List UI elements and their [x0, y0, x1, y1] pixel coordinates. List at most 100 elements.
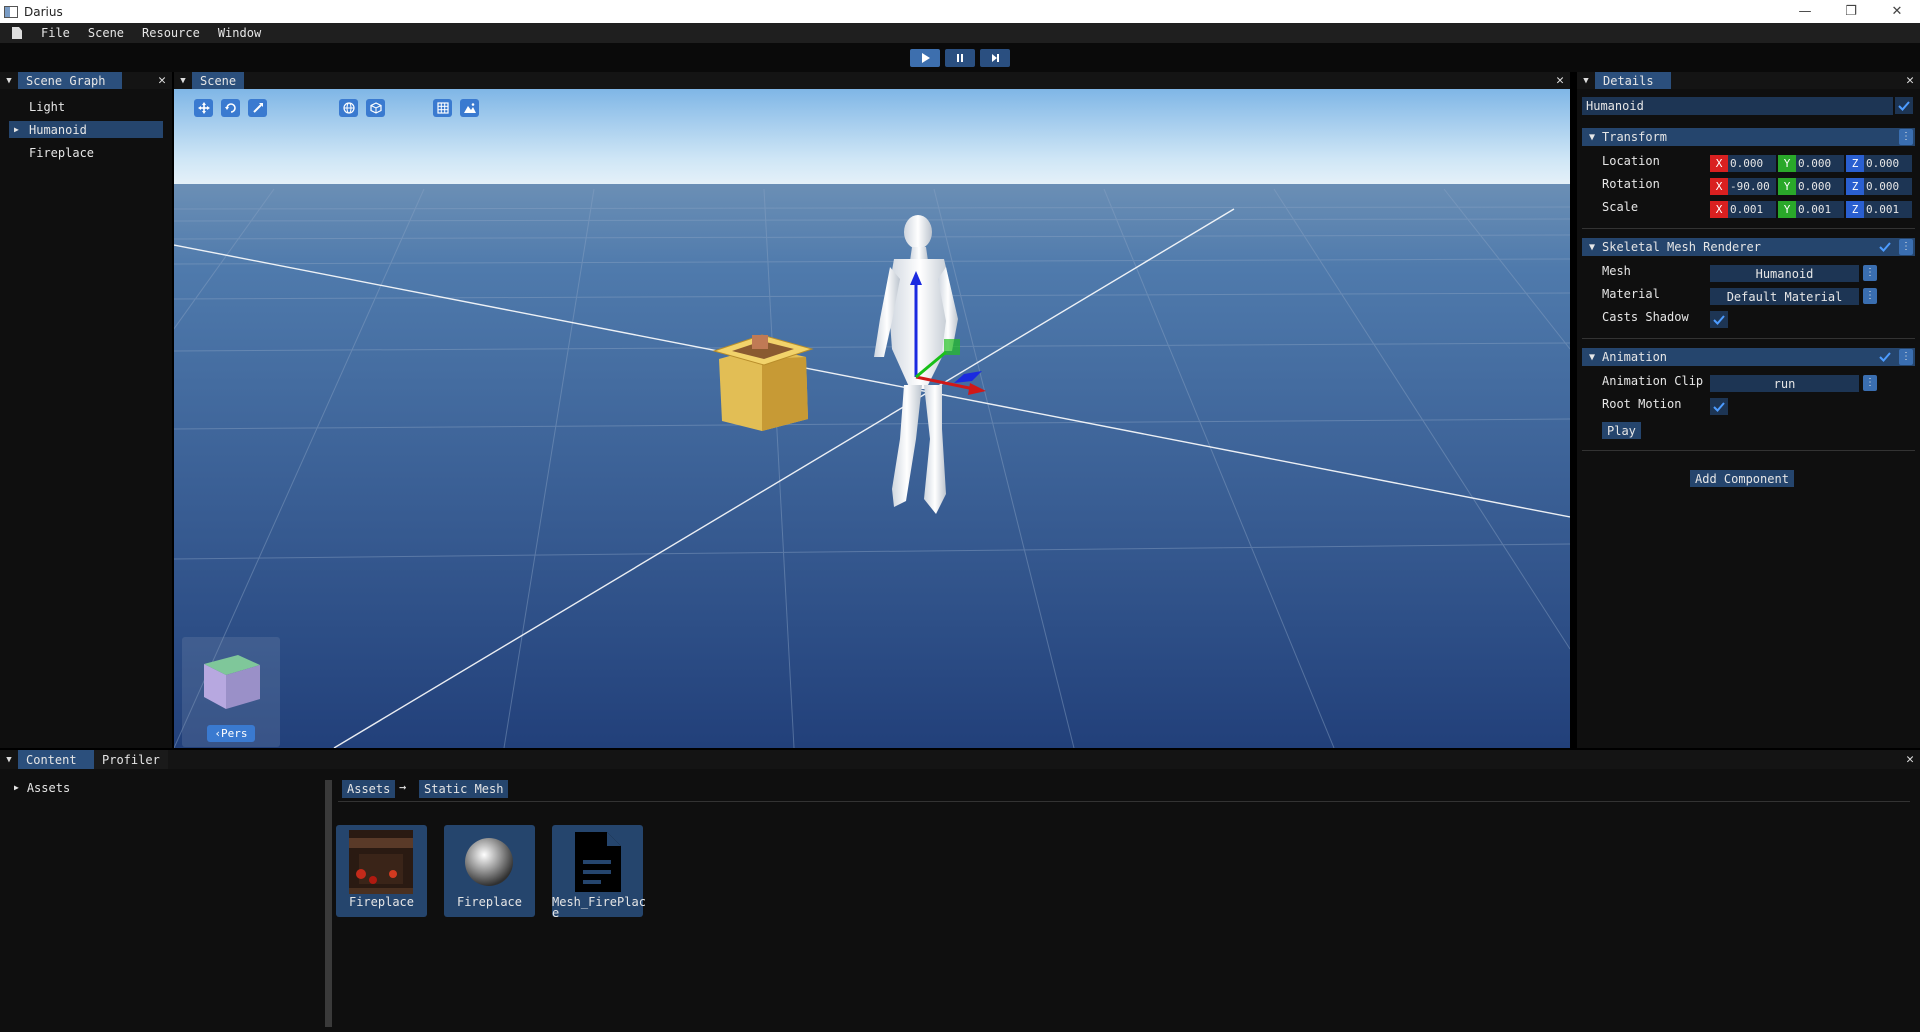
divider — [1582, 338, 1915, 339]
collapse-triangle-icon: ▼ — [1588, 241, 1596, 253]
component-enabled-checkbox[interactable] — [1877, 349, 1893, 365]
pause-button[interactable] — [945, 48, 975, 67]
grid-toggle-button[interactable] — [433, 99, 452, 117]
camera-mode-button[interactable]: ‹Pers — [207, 725, 255, 742]
rotation-y-field[interactable]: 0.000 — [1796, 178, 1844, 195]
skeletal-mesh-section-header[interactable]: ▼ Skeletal Mesh Renderer ⋮ — [1582, 238, 1915, 256]
asset-tile[interactable]: Mesh_FirePlac e — [552, 825, 646, 919]
menu-scene[interactable]: Scene — [79, 26, 133, 40]
scale-x-field[interactable]: 0.001 — [1728, 201, 1776, 218]
cube-icon — [369, 102, 382, 114]
close-icon[interactable]: ✕ — [158, 72, 166, 89]
root-motion-checkbox[interactable] — [1710, 398, 1728, 415]
window-titlebar: Darius — ❐ ✕ — [0, 0, 1920, 23]
transform-section-header[interactable]: ▼ Transform ⋮ — [1582, 128, 1915, 146]
rotation-z-field[interactable]: 0.000 — [1864, 178, 1912, 195]
local-space-button[interactable] — [366, 99, 385, 117]
move-tool-button[interactable] — [194, 99, 213, 117]
collapse-icon[interactable]: ▼ — [0, 76, 18, 86]
divider — [1582, 450, 1915, 451]
object-name-field[interactable]: Humanoid — [1582, 97, 1893, 115]
check-icon — [1879, 352, 1891, 362]
scale-tool-button[interactable] — [248, 99, 267, 117]
casts-shadow-checkbox[interactable] — [1710, 311, 1728, 328]
divider — [338, 801, 1910, 802]
rotation-label: Rotation — [1602, 177, 1660, 191]
material-label: Material — [1602, 287, 1660, 301]
play-button[interactable] — [910, 48, 940, 67]
scale-label: Scale — [1602, 200, 1639, 214]
scene-item-light[interactable]: Light — [9, 98, 163, 115]
collapse-triangle-icon: ▼ — [1588, 351, 1596, 363]
details-panel: ▼ Details ✕ Humanoid ▼ Transform ⋮ Locat… — [1577, 72, 1920, 748]
location-z-field[interactable]: 0.000 — [1864, 155, 1912, 172]
material-options-icon[interactable]: ⋮ — [1863, 288, 1877, 304]
skybox-toggle-button[interactable] — [460, 99, 479, 117]
menu-resource[interactable]: Resource — [133, 26, 209, 40]
scene-item-fireplace[interactable]: Fireplace — [9, 144, 163, 161]
component-enabled-checkbox[interactable] — [1877, 239, 1893, 255]
scale-z-field[interactable]: 0.001 — [1864, 201, 1912, 218]
animation-section-header[interactable]: ▼ Animation ⋮ — [1582, 348, 1915, 366]
expand-arrow-icon[interactable]: ▶ — [14, 125, 19, 134]
grid-icon — [436, 102, 449, 114]
tab-scene-graph[interactable]: Scene Graph — [18, 72, 122, 89]
location-x-field[interactable]: 0.000 — [1728, 155, 1776, 172]
scene-item-humanoid[interactable]: ▶ Humanoid — [9, 121, 163, 138]
collapse-triangle-icon: ▼ — [1588, 131, 1596, 143]
menu-file[interactable]: File — [32, 26, 79, 40]
restore-button[interactable]: ❐ — [1828, 0, 1874, 23]
step-button[interactable] — [980, 48, 1010, 67]
location-y-field[interactable]: 0.000 — [1796, 155, 1844, 172]
tab-details[interactable]: Details — [1595, 72, 1671, 89]
rotation-vector: X -90.00 Y 0.000 Z 0.000 — [1710, 178, 1912, 195]
root-motion-label: Root Motion — [1602, 397, 1682, 411]
global-space-button[interactable] — [339, 99, 358, 117]
close-icon[interactable]: ✕ — [1556, 72, 1564, 89]
expand-arrow-icon[interactable]: ▶ — [14, 781, 19, 795]
asset-name: Fireplace — [348, 895, 415, 909]
mesh-options-icon[interactable]: ⋮ — [1863, 265, 1877, 281]
panel-splitter[interactable] — [325, 780, 332, 1027]
document-icon — [12, 27, 22, 39]
rotate-tool-button[interactable] — [221, 99, 240, 117]
close-icon[interactable]: ✕ — [1906, 750, 1914, 769]
asset-tree-root[interactable]: ▶ Assets — [14, 781, 70, 795]
asset-tile[interactable]: Fireplace — [336, 825, 427, 917]
asset-tile[interactable]: Fireplace — [444, 825, 535, 917]
breadcrumb-assets[interactable]: Assets — [342, 780, 396, 798]
rotation-x-field[interactable]: -90.00 — [1728, 178, 1776, 195]
animation-clip-selector[interactable]: run — [1710, 375, 1859, 392]
tab-profiler[interactable]: Profiler — [94, 750, 168, 769]
texture-thumbnail — [349, 830, 413, 894]
collapse-icon[interactable]: ▼ — [174, 76, 192, 86]
fireplace-model — [712, 334, 814, 431]
clip-options-icon[interactable]: ⋮ — [1863, 375, 1877, 391]
close-window-button[interactable]: ✕ — [1874, 0, 1920, 23]
collapse-icon[interactable]: ▼ — [0, 755, 18, 765]
more-options-icon[interactable]: ⋮ — [1899, 129, 1913, 145]
mesh-selector[interactable]: Humanoid — [1710, 265, 1859, 282]
more-options-icon[interactable]: ⋮ — [1899, 349, 1913, 365]
add-component-button[interactable]: Add Component — [1690, 470, 1794, 487]
scene-viewport[interactable]: ‹Pers — [174, 89, 1570, 748]
menu-window[interactable]: Window — [209, 26, 270, 40]
scale-y-field[interactable]: 0.001 — [1796, 201, 1844, 218]
section-title: Animation — [1602, 350, 1668, 364]
z-axis-tag: Z — [1846, 201, 1864, 218]
play-animation-button[interactable]: Play — [1602, 422, 1641, 439]
object-enabled-checkbox[interactable] — [1895, 97, 1913, 114]
material-selector[interactable]: Default Material — [1710, 288, 1859, 305]
tab-content[interactable]: Content — [18, 750, 94, 769]
more-options-icon[interactable]: ⋮ — [1899, 239, 1913, 255]
scale-icon — [252, 103, 263, 113]
casts-shadow-label: Casts Shadow — [1602, 310, 1689, 324]
step-icon — [992, 53, 999, 62]
breadcrumb-static-mesh[interactable]: Static Mesh — [419, 780, 509, 798]
close-icon[interactable]: ✕ — [1906, 72, 1914, 89]
tab-scene[interactable]: Scene — [192, 72, 245, 89]
collapse-icon[interactable]: ▼ — [1577, 76, 1595, 86]
scene-item-label: Humanoid — [29, 122, 87, 137]
check-icon — [1898, 100, 1910, 111]
minimize-button[interactable]: — — [1782, 0, 1828, 23]
